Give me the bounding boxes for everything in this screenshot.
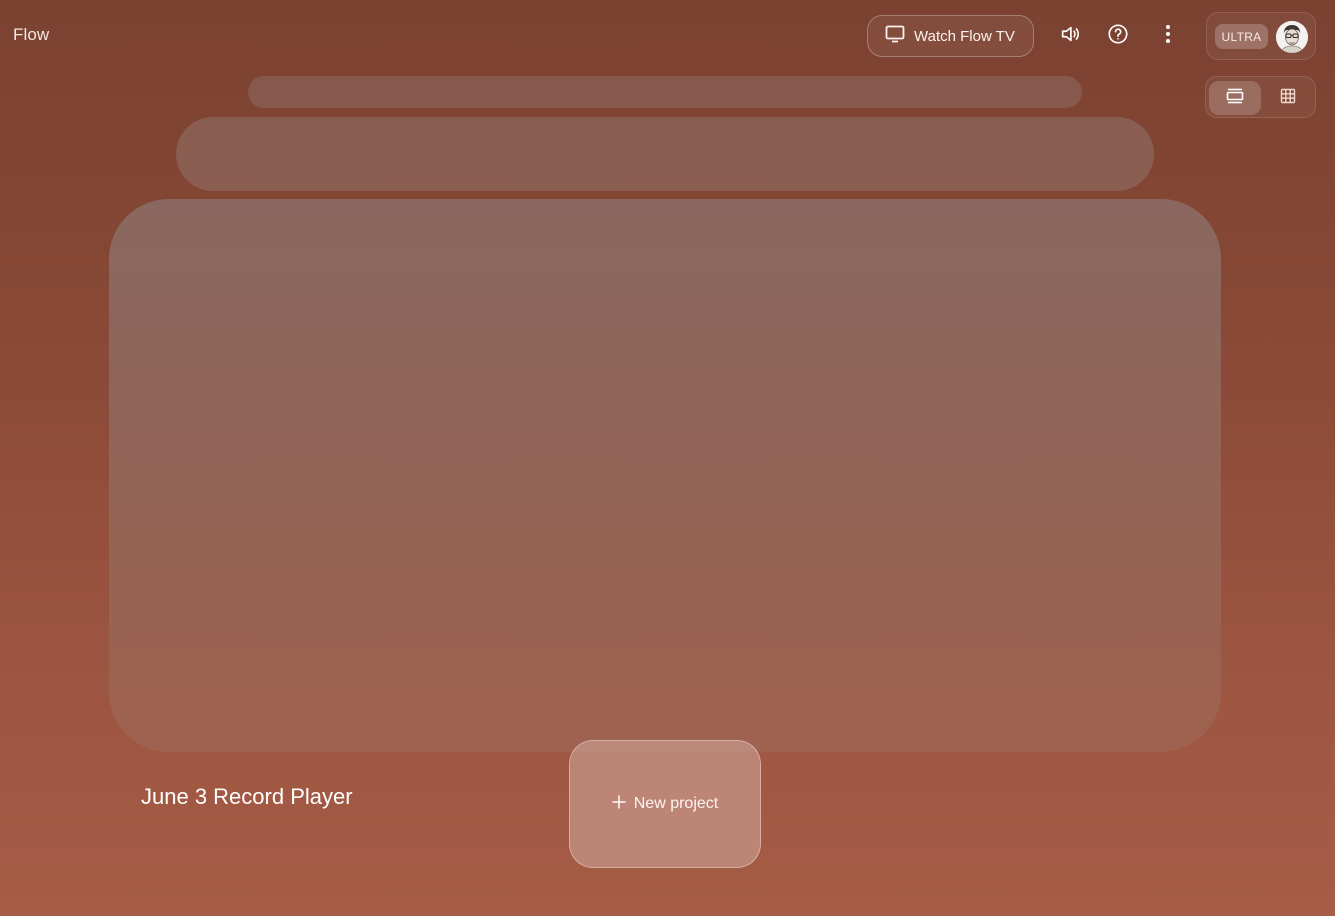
- project-card-middle[interactable]: [176, 117, 1154, 191]
- help-button[interactable]: [1103, 21, 1133, 51]
- watch-flow-tv-label: Watch Flow TV: [914, 27, 1015, 45]
- grid-view-button[interactable]: [1262, 81, 1314, 115]
- app-title: Flow: [13, 25, 50, 44]
- more-options-button[interactable]: [1153, 21, 1183, 51]
- more-vert-icon: [1165, 24, 1171, 49]
- carousel-view-button[interactable]: [1209, 81, 1261, 115]
- plan-badge: ULTRA: [1215, 24, 1268, 49]
- plus-icon: [612, 795, 626, 814]
- project-title[interactable]: June 3 Record Player: [141, 784, 353, 810]
- new-project-label: New project: [633, 795, 719, 812]
- grid-view-icon: [1280, 88, 1296, 109]
- account-area: ULTRA: [1206, 12, 1316, 60]
- project-card-back[interactable]: [248, 76, 1082, 108]
- carousel-view-icon: [1226, 88, 1244, 109]
- volume-button[interactable]: [1055, 21, 1085, 51]
- watch-flow-tv-button[interactable]: Watch Flow TV: [867, 15, 1034, 57]
- project-card-main[interactable]: [109, 199, 1221, 752]
- tv-icon: [885, 25, 905, 47]
- new-project-button[interactable]: New project: [569, 740, 761, 868]
- avatar[interactable]: [1276, 21, 1308, 53]
- volume-icon: [1059, 23, 1081, 50]
- help-icon: [1107, 23, 1129, 50]
- view-toggle: [1205, 76, 1316, 118]
